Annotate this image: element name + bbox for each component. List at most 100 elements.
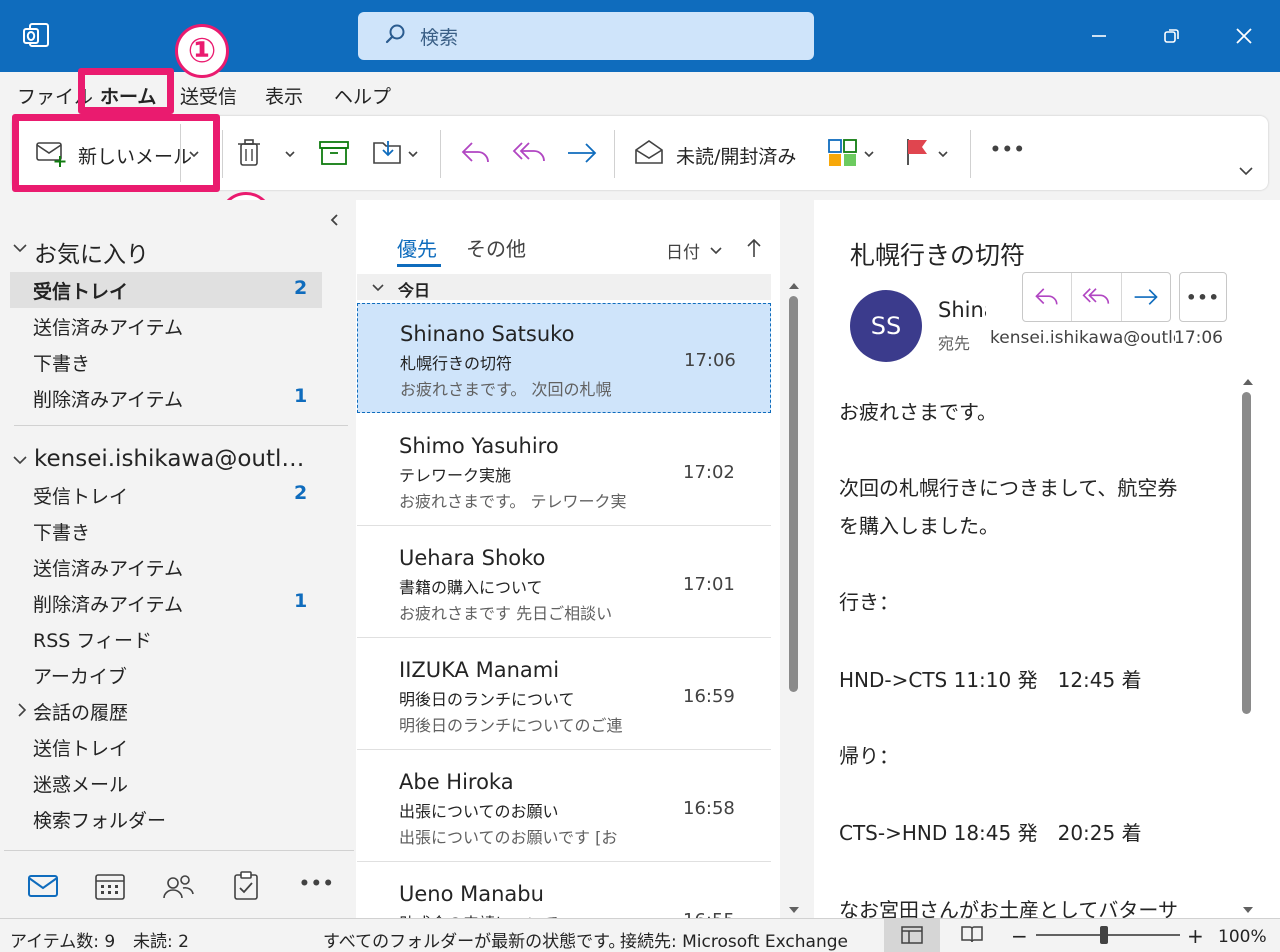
read-unread-icon[interactable]: [634, 139, 664, 169]
menu-view[interactable]: 表示: [265, 82, 303, 109]
tab-other[interactable]: その他: [466, 233, 526, 262]
search-box[interactable]: 検索: [358, 12, 814, 60]
people-nav-icon[interactable]: [162, 870, 194, 902]
message-item[interactable]: Uehara Shoko 書籍の購入について 17:01 お疲れさまです 先日ご…: [357, 528, 771, 638]
mail-nav-icon[interactable]: [27, 870, 59, 902]
categorize-icon[interactable]: [828, 139, 858, 171]
reply-icon: [1035, 288, 1058, 305]
new-mail-highlight-box: [12, 114, 220, 192]
restore-button[interactable]: [1155, 20, 1189, 52]
reading-reply-all-button[interactable]: [1072, 273, 1122, 321]
message-item[interactable]: Ueno Manabu 助成金の申請について 16:55: [357, 864, 771, 918]
reading-reply-button[interactable]: [1023, 273, 1073, 321]
delete-icon[interactable]: [236, 138, 262, 172]
more-apps-button[interactable]: •••: [299, 874, 335, 894]
message-item[interactable]: IIZUKA Manami 明後日のランチについて 16:59 明後日のランチに…: [357, 640, 771, 750]
home-tab-highlight-box: [78, 68, 174, 114]
forward-icon[interactable]: [566, 141, 598, 169]
zoom-in-button[interactable]: +: [1187, 924, 1204, 948]
archive-icon[interactable]: [319, 140, 349, 170]
chevron-down-icon[interactable]: [371, 280, 385, 299]
reply-icon[interactable]: [460, 139, 492, 171]
message-preview: お疲れさまです。 テレワーク実: [399, 492, 627, 511]
folder-item[interactable]: 会話の履歴: [33, 698, 128, 725]
unread-count: 1: [294, 385, 308, 407]
restore-icon: [1164, 29, 1179, 43]
calendar-nav-icon[interactable]: [94, 870, 126, 902]
folder-item[interactable]: 送信トレイ: [33, 734, 128, 761]
message-list-scrollbar-thumb[interactable]: [789, 296, 798, 692]
folder-item[interactable]: 送信済みアイテム: [33, 313, 183, 340]
more-commands-button[interactable]: •••: [990, 140, 1026, 160]
focused-tab-underline: [397, 264, 441, 267]
folder-item[interactable]: 受信トレイ: [33, 482, 128, 509]
message-subject: 出張についてのお願い: [399, 802, 559, 821]
read-unread-button[interactable]: 未読/開封済み: [676, 142, 796, 169]
to-address[interactable]: kensei.ishikawa@outlook.jp: [990, 328, 1175, 348]
collapse-pane-icon[interactable]: [328, 212, 340, 231]
folder-item[interactable]: 削除済みアイテム: [33, 590, 183, 617]
folder-item[interactable]: 送信済みアイテム: [33, 554, 183, 581]
folder-item[interactable]: 迷惑メール: [33, 770, 128, 797]
reading-pane-scrollbar-thumb[interactable]: [1242, 392, 1251, 714]
scroll-up-arrow-icon[interactable]: [1241, 372, 1255, 391]
flag-icon[interactable]: [905, 137, 931, 171]
scroll-up-arrow-icon[interactable]: [787, 276, 801, 295]
zoom-level[interactable]: 100%: [1218, 927, 1267, 947]
ribbon-expand-icon[interactable]: [1238, 163, 1254, 182]
message-preview: お疲れさまです。 次回の札幌: [400, 380, 612, 399]
folder-item[interactable]: アーカイブ: [33, 662, 127, 689]
message-preview: お疲れさまです 先日ご相談い: [399, 604, 613, 623]
scroll-down-arrow-icon[interactable]: [787, 900, 801, 919]
folder-item[interactable]: 検索フォルダー: [33, 806, 166, 833]
folder-item[interactable]: RSS フィード: [33, 626, 152, 653]
sort-direction-arrow-up-icon[interactable]: [746, 237, 762, 263]
categorize-dropdown-icon[interactable]: [862, 146, 876, 165]
message-time: 17:01: [683, 574, 735, 595]
reading-forward-button[interactable]: [1122, 273, 1170, 321]
sort-by-date-button[interactable]: 日付: [666, 238, 700, 263]
folder-item[interactable]: 削除済みアイテム: [33, 385, 183, 412]
account-header[interactable]: kensei.ishikawa@outl…: [34, 446, 334, 472]
folder-item[interactable]: 下書き: [33, 518, 90, 545]
body-line: お疲れさまです。: [839, 400, 997, 424]
chevron-down-icon[interactable]: [12, 240, 28, 260]
reading-view-button[interactable]: [961, 924, 983, 948]
reading-time: 17:06: [1174, 328, 1223, 348]
close-button[interactable]: [1227, 20, 1261, 52]
folder-item[interactable]: 下書き: [33, 349, 90, 376]
message-preview: 明後日のランチについてのご連: [399, 716, 623, 735]
reading-sender-name[interactable]: Shinano Satsuko: [938, 298, 986, 322]
chevron-right-icon[interactable]: [16, 702, 28, 722]
delete-dropdown-icon[interactable]: [283, 146, 297, 165]
scroll-down-arrow-icon[interactable]: [1241, 900, 1255, 919]
folder-item[interactable]: 受信トレイ: [33, 277, 128, 304]
sort-chevron-down-icon[interactable]: [709, 243, 723, 262]
reply-all-icon[interactable]: [512, 139, 546, 171]
tasks-nav-icon[interactable]: [230, 870, 262, 902]
message-item-selected[interactable]: Shinano Satsuko 札幌行きの切符 17:06 お疲れさまです。 次…: [357, 303, 771, 413]
status-sync: すべてのフォルダーが最新の状態です。: [323, 932, 626, 952]
zoom-slider-thumb[interactable]: [1100, 926, 1108, 944]
to-label: 宛先: [938, 334, 971, 353]
message-subject: 札幌行きの切符: [400, 354, 513, 373]
minimize-button[interactable]: [1082, 20, 1116, 52]
nav-divider: [4, 850, 354, 851]
menu-send-receive[interactable]: 送受信: [180, 82, 237, 109]
message-sender: IIZUKA Manami: [399, 658, 560, 682]
normal-view-icon: [901, 925, 923, 949]
chevron-down-icon[interactable]: [12, 452, 28, 472]
zoom-out-button[interactable]: −: [1011, 924, 1028, 948]
reading-more-actions-button[interactable]: •••: [1179, 272, 1227, 322]
zoom-slider-track[interactable]: [1036, 934, 1180, 936]
favorites-header[interactable]: お気に入り: [34, 235, 149, 269]
menu-help[interactable]: ヘルプ: [334, 82, 391, 109]
tab-focused[interactable]: 優先: [397, 233, 437, 262]
message-item[interactable]: Shimo Yasuhiro テレワーク実施 17:02 お疲れさまです。 テレ…: [357, 416, 771, 526]
search-placeholder: 検索: [420, 26, 459, 49]
flag-dropdown-icon[interactable]: [936, 146, 950, 165]
move-dropdown-icon[interactable]: [406, 146, 420, 165]
message-item[interactable]: Abe Hiroka 出張についてのお願い 16:58 出張についてのお願いです…: [357, 752, 771, 862]
move-to-folder-icon[interactable]: [372, 137, 404, 171]
sender-avatar[interactable]: SS: [850, 290, 922, 362]
